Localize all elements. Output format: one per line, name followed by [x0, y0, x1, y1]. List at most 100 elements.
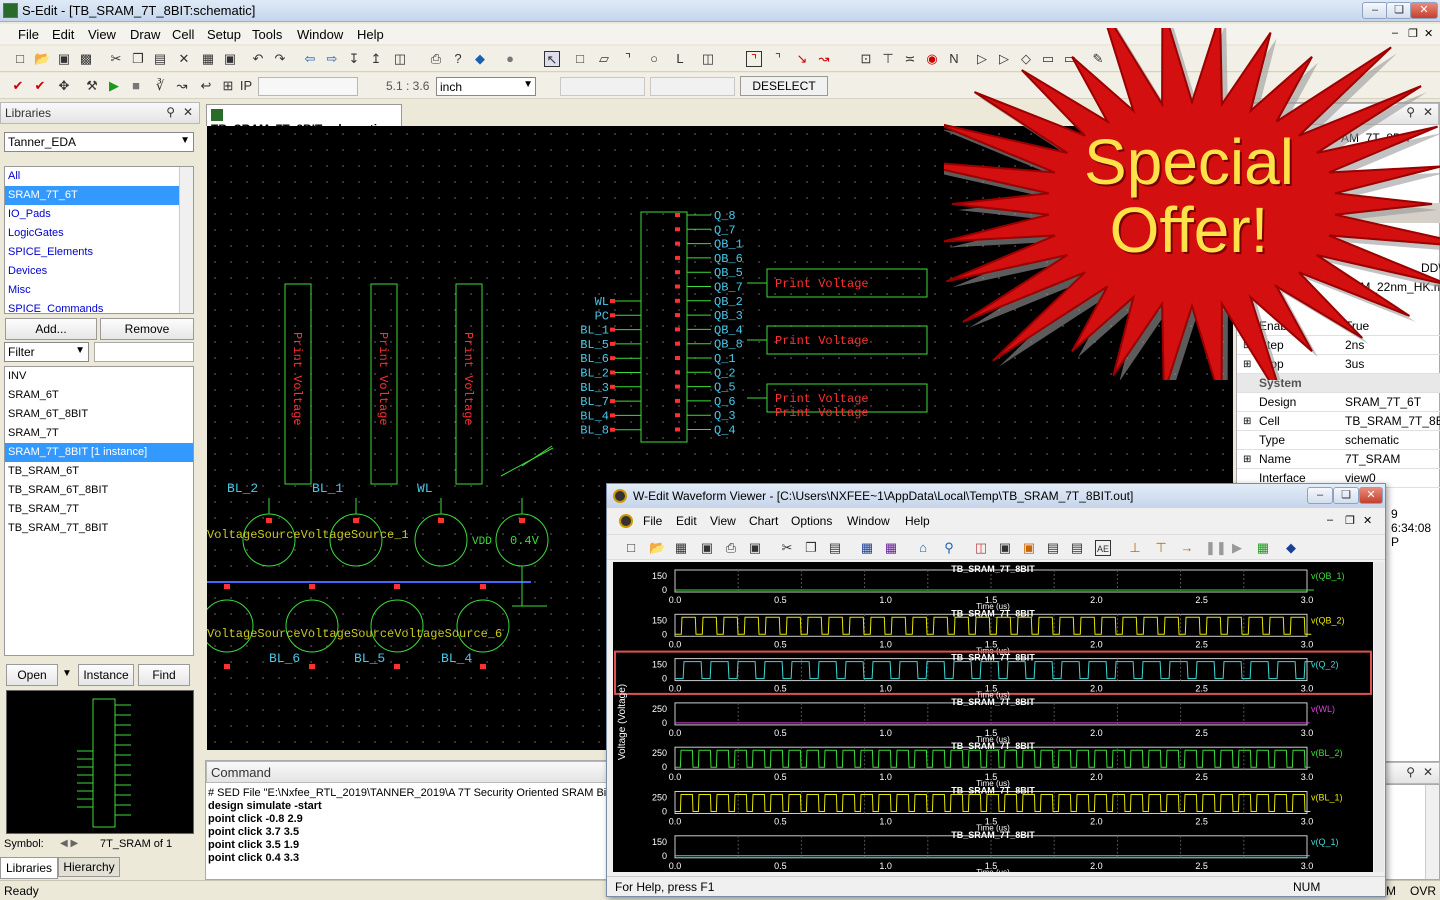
instance-button[interactable]: Instance: [78, 664, 134, 686]
prop-row[interactable]: Type schematic: [1237, 431, 1440, 450]
probe-voltage-icon[interactable]: ↝: [174, 78, 190, 94]
wedit-menu-file[interactable]: File: [643, 514, 662, 528]
wedit-library-icon[interactable]: ◆: [1283, 540, 1299, 556]
wedit-maximize-button[interactable]: ❏: [1333, 487, 1359, 504]
wedit-menu-window[interactable]: Window: [847, 514, 890, 528]
wedit-zoom-icon[interactable]: ⚲: [941, 540, 957, 556]
pin-icon[interactable]: ⚲: [1406, 765, 1415, 779]
wedit-cut-icon[interactable]: ✂: [779, 540, 795, 556]
menu-tools[interactable]: Tools: [252, 27, 282, 42]
label-icon[interactable]: L: [672, 51, 688, 67]
save-all-icon[interactable]: ▩: [78, 51, 94, 67]
scrollbar[interactable]: [179, 167, 193, 313]
probe-icon[interactable]: ◉: [924, 51, 940, 67]
wedit-expr-icon[interactable]: ◫: [973, 540, 989, 556]
wedit-home-icon[interactable]: ⌂: [915, 540, 931, 556]
expand-icon[interactable]: ⊞: [1243, 450, 1251, 469]
close-button[interactable]: ✕: [1410, 2, 1438, 19]
delete-icon[interactable]: ✕: [176, 51, 192, 67]
port-icon[interactable]: ◫: [700, 51, 716, 67]
probe-net-icon[interactable]: ∛: [152, 78, 168, 94]
netlist-icon[interactable]: ⊞: [220, 78, 236, 94]
list-item[interactable]: TB_SRAM_6T: [5, 462, 193, 481]
tools-icon[interactable]: ⚒: [84, 78, 100, 94]
list-item[interactable]: Devices: [5, 262, 193, 281]
print-icon[interactable]: ⎙: [428, 51, 444, 67]
open-icon[interactable]: 📂: [34, 51, 50, 67]
prop-row[interactable]: ⊞ Name 7T_SRAM: [1237, 450, 1440, 469]
pin-icon[interactable]: ⚲: [166, 105, 175, 119]
list-item[interactable]: TB_SRAM_7T_8BIT: [5, 519, 193, 538]
net-icon[interactable]: ⌝: [770, 51, 786, 67]
wedit-cursor-icon[interactable]: ⊥: [1127, 540, 1143, 556]
wedit-text-icon[interactable]: AE: [1095, 540, 1111, 556]
symbol-icon[interactable]: ◫: [392, 51, 408, 67]
wedit-menu-view[interactable]: View: [710, 514, 736, 528]
export-icon[interactable]: ↩: [198, 78, 214, 94]
redo-icon[interactable]: ↷: [272, 51, 288, 67]
paste-icon[interactable]: ▤: [152, 51, 168, 67]
copy-icon[interactable]: ❐: [130, 51, 146, 67]
wedit-ungroup-icon[interactable]: ▣: [1021, 540, 1037, 556]
wedit-menu-chart[interactable]: Chart: [749, 514, 778, 528]
wedit-camera-icon[interactable]: ▣: [747, 540, 763, 556]
open-dropdown-icon[interactable]: ▼: [62, 668, 72, 679]
wedit-close-button[interactable]: ✕: [1359, 487, 1383, 504]
menu-view[interactable]: View: [88, 27, 116, 42]
zoom-fit-icon[interactable]: ▣: [222, 51, 238, 67]
wedit-trace-icon[interactable]: ▦: [883, 540, 899, 556]
find-button[interactable]: Find: [138, 664, 190, 686]
list-item[interactable]: TB_SRAM_7T: [5, 500, 193, 519]
special-offer-badge[interactable]: Special Offer!: [900, 2, 1440, 411]
list-item[interactable]: SPICE_Elements: [5, 243, 193, 262]
ip-icon[interactable]: IP: [238, 78, 254, 94]
polygon-icon[interactable]: ▱: [596, 51, 612, 67]
panel-close-icon[interactable]: ✕: [1423, 765, 1433, 779]
wedit-menu-help[interactable]: Help: [905, 514, 930, 528]
wedit-minimize-button[interactable]: –: [1307, 487, 1333, 504]
wedit-group-icon[interactable]: ▣: [997, 540, 1013, 556]
grid-icon[interactable]: ▦: [200, 51, 216, 67]
library-list[interactable]: All SRAM_7T_6T IO_Pads LogicGates SPICE_…: [4, 166, 194, 314]
library-combo[interactable]: Tanner_EDA ▼: [4, 132, 194, 152]
list-item[interactable]: All: [5, 167, 193, 186]
cell-list[interactable]: INV SRAM_6T SRAM_6T_8BIT SRAM_7T SRAM_7T…: [4, 366, 194, 656]
rect-icon[interactable]: □: [572, 51, 588, 67]
list-item[interactable]: SPICE_Commands: [5, 300, 193, 313]
select-arrow-icon[interactable]: ↖: [544, 51, 560, 67]
filter-combo[interactable]: Filter ▼: [4, 342, 89, 362]
maximize-button[interactable]: ❏: [1386, 2, 1412, 19]
waveform-area[interactable]: 150 0 TB_SRAM_7T_8BIT 0.0 0.5 1.0 1.5 2.0 2.5 3.0…: [613, 562, 1373, 872]
scrollbar[interactable]: [1425, 785, 1439, 879]
connect-icon[interactable]: ≍: [902, 51, 918, 67]
list-item[interactable]: LogicGates: [5, 224, 193, 243]
wedit-stack-icon[interactable]: ▤: [1045, 540, 1061, 556]
wedit-play-icon[interactable]: ▶: [1229, 540, 1245, 556]
wedit-paste-icon[interactable]: ▤: [827, 540, 843, 556]
open-button[interactable]: Open: [6, 664, 58, 686]
wedit-unstack-icon[interactable]: ▤: [1069, 540, 1085, 556]
stop-icon[interactable]: ■: [128, 78, 144, 94]
crosshair-icon[interactable]: ✥: [56, 78, 72, 94]
save-icon[interactable]: ▣: [56, 51, 72, 67]
filter-input[interactable]: [94, 342, 194, 362]
list-item[interactable]: SRAM_6T: [5, 386, 193, 405]
wedit-mdi-minimize-icon[interactable]: –: [1327, 514, 1333, 526]
coord-x-field[interactable]: [560, 77, 645, 96]
forward-icon[interactable]: ⇨: [324, 51, 340, 67]
wedit-copy-icon[interactable]: ❐: [803, 540, 819, 556]
symbol-prev-icon[interactable]: ◀ ▶: [60, 838, 78, 849]
undo-icon[interactable]: ↶: [250, 51, 266, 67]
menu-window[interactable]: Window: [297, 27, 343, 42]
wedit-mdi-restore-icon[interactable]: ❐: [1345, 514, 1355, 527]
align-icon[interactable]: ⊡: [858, 51, 874, 67]
deselect-button[interactable]: DESELECT: [740, 76, 828, 96]
list-item[interactable]: SRAM_7T_8BIT [1 instance]: [5, 443, 193, 462]
coord-y-field[interactable]: [650, 77, 735, 96]
ripper-icon[interactable]: ↝: [816, 51, 832, 67]
tab-libraries[interactable]: Libraries: [0, 857, 58, 879]
help-icon[interactable]: ?: [450, 51, 466, 67]
list-item[interactable]: SRAM_6T_8BIT: [5, 405, 193, 424]
list-item[interactable]: SRAM_7T_6T: [5, 186, 193, 205]
list-item[interactable]: IO_Pads: [5, 205, 193, 224]
